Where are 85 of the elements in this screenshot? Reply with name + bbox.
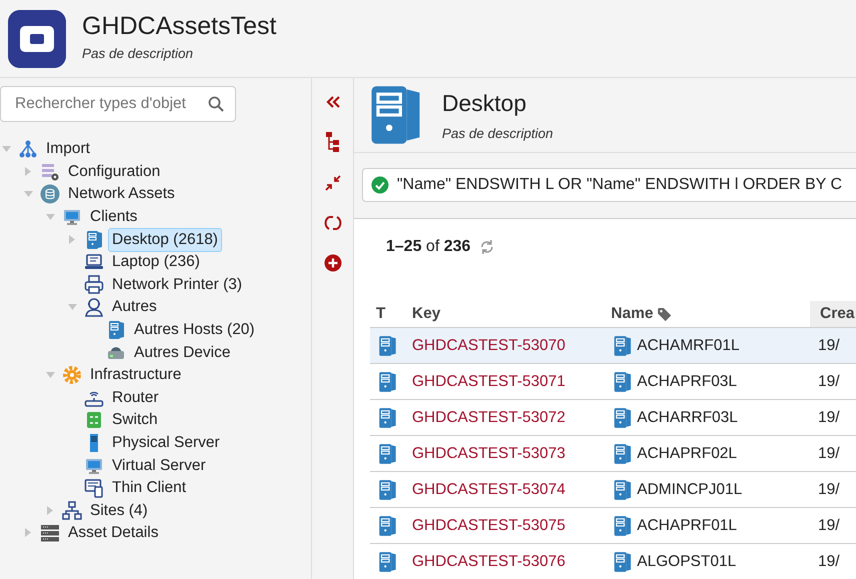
printer-icon [84, 274, 104, 295]
app-logo [8, 10, 66, 68]
tree-view-button[interactable] [324, 131, 340, 153]
switch-icon [84, 410, 104, 430]
tree-item[interactable]: Physical Server [108, 431, 224, 456]
collapse-panel-button[interactable] [324, 94, 340, 110]
thin-client-icon [84, 478, 104, 498]
compress-button[interactable] [324, 174, 342, 192]
column-header[interactable]: T [376, 305, 386, 322]
tree-item[interactable]: Desktop (2618) [108, 228, 222, 252]
tree-item[interactable]: Autres [108, 295, 161, 320]
app-title: GHDCAssetsTest [82, 12, 276, 40]
server-rack-icon [40, 523, 60, 544]
refresh-icon [324, 213, 342, 233]
table-cell: 19/ [818, 480, 840, 498]
key-link[interactable]: GHDCASTEST-53073 [412, 444, 566, 462]
column-header[interactable]: Crea [810, 301, 856, 327]
search-icon [208, 96, 224, 112]
list-gear-icon [40, 162, 60, 182]
key-link[interactable]: GHDCASTEST-53076 [412, 552, 566, 570]
table-cell-text: ACHAPRF01L [637, 516, 737, 536]
table-row[interactable]: GHDCASTEST-53075 ACHAPRF01L 19/ [370, 507, 856, 543]
refresh-icon [478, 239, 495, 255]
table-cell: 19/ [818, 552, 840, 570]
table-cell: 19/ [818, 408, 840, 426]
table-row[interactable]: GHDCASTEST-53073 ACHAPRF02L 19/ [370, 435, 856, 471]
double-chevron-icon [324, 94, 340, 110]
tree-item[interactable]: Clients [86, 205, 142, 230]
table-cell-text: ACHAMRF01L [637, 336, 740, 356]
column-header[interactable]: Key [412, 305, 440, 322]
tree-item[interactable]: Virtual Server [108, 454, 210, 478]
database-icon [40, 184, 60, 204]
object-type-title: Desktop [442, 88, 528, 118]
hierarchy-icon [18, 139, 38, 160]
table-row[interactable]: GHDCASTEST-53074 ADMINCPJ01L 19/ [370, 471, 856, 507]
tree-item[interactable]: Switch [108, 408, 162, 432]
tree-item[interactable]: Autres Device [130, 340, 234, 365]
table-row[interactable]: GHDCASTEST-53071 ACHAPRF03L 19/ [370, 363, 856, 399]
key-link[interactable]: GHDCASTEST-53070 [412, 336, 566, 354]
compress-arrows-icon [324, 174, 342, 192]
query-field[interactable]: "Name" ENDSWITH L OR "Name" ENDSWITH l ORDER BY C [362, 168, 856, 202]
app-description: Pas de description [82, 45, 194, 64]
key-link[interactable]: GHDCASTEST-53071 [412, 372, 566, 390]
desktop-tower-icon [106, 320, 126, 340]
hierarchy-icon [324, 131, 340, 153]
check-circle-icon [371, 176, 389, 194]
desktop-tower-icon [84, 230, 104, 250]
key-link[interactable]: GHDCASTEST-53072 [412, 408, 566, 426]
key-link[interactable]: GHDCASTEST-53074 [412, 480, 566, 498]
query-text: "Name" ENDSWITH L OR "Name" ENDSWITH l ORDER BY C [397, 175, 842, 196]
network-icon [62, 500, 82, 521]
table-row[interactable]: GHDCASTEST-53072 ACHARRF03L 19/ [370, 399, 856, 435]
table-cell-text: ACHARRF03L [637, 408, 738, 428]
search-field[interactable]: Rechercher types d'objet [0, 86, 236, 122]
table-cell-text: ACHAPRF03L [637, 372, 737, 392]
key-link[interactable]: GHDCASTEST-53075 [412, 516, 566, 534]
tag-icon [657, 306, 672, 322]
refresh-button[interactable] [324, 213, 342, 233]
add-button[interactable] [324, 254, 342, 272]
table-cell-text: ACHAPRF02L [637, 444, 737, 464]
tree-item[interactable]: Network Assets [64, 182, 179, 206]
tree-item[interactable]: Import [42, 137, 94, 162]
tree-item[interactable]: Laptop (236) [108, 250, 204, 274]
tree-item[interactable]: Sites (4) [86, 498, 152, 523]
result-count: 1–25 of 236 [386, 237, 471, 257]
column-header[interactable]: Name [611, 301, 654, 327]
tree-item[interactable]: Infrastructure [86, 363, 186, 388]
tree-item[interactable]: Thin Client [108, 476, 190, 500]
tree-item[interactable]: Autres Hosts (20) [130, 318, 259, 342]
table-cell-text: ALGOPST01L [637, 552, 736, 572]
table-cell: 19/ [818, 516, 840, 534]
monitor-icon [62, 207, 82, 228]
table-cell-text: ADMINCPJ01L [637, 480, 742, 500]
tree-item[interactable]: Configuration [64, 160, 164, 184]
plus-circle-icon [324, 254, 342, 272]
table-cell: 19/ [818, 444, 840, 462]
object-type-description: Pas de description [442, 125, 554, 144]
tree-item[interactable]: Router [108, 386, 163, 410]
gear-icon [62, 365, 82, 386]
table-cell: 19/ [818, 336, 840, 354]
table-row[interactable]: GHDCASTEST-53076 ALGOPST01L 19/ [370, 543, 856, 579]
tree-item[interactable]: Network Printer (3) [108, 272, 246, 297]
table-cell: 19/ [818, 372, 840, 390]
tree-item[interactable]: Asset Details [64, 521, 162, 546]
table-row[interactable]: GHDCASTEST-53070 ACHAMRF01L 19/ [370, 327, 856, 363]
